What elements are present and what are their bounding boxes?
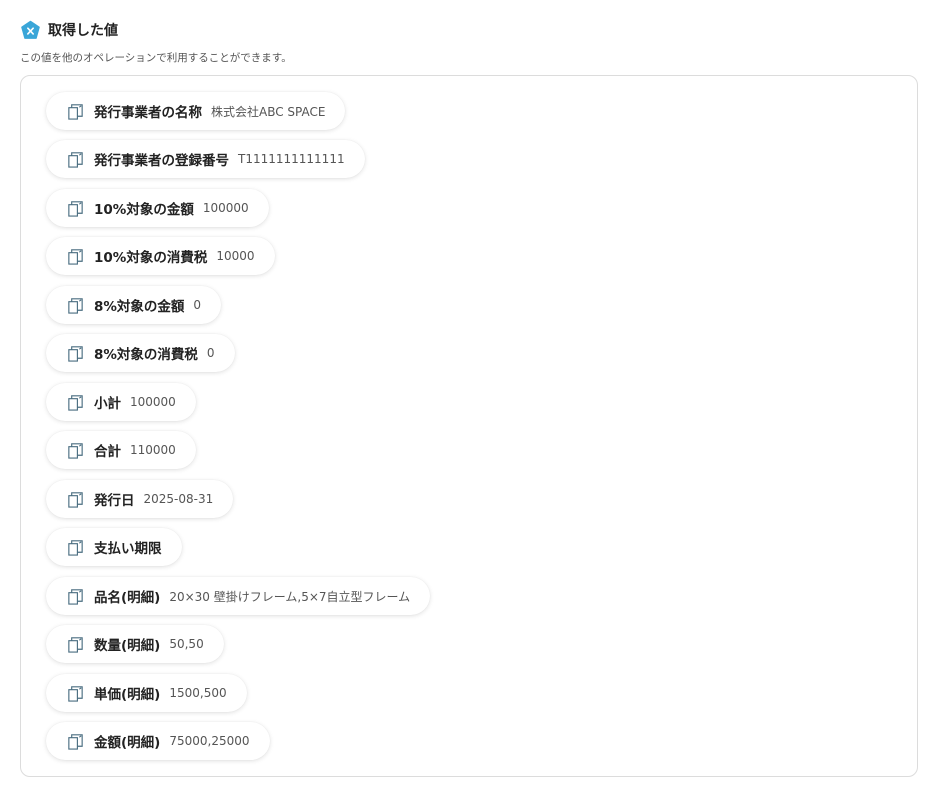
- copy-value-icon: [68, 151, 83, 168]
- value-label: 単価(明細): [94, 687, 161, 703]
- value-pill[interactable]: 発行事業者の登録番号 T1111111111111: [46, 140, 365, 178]
- copy-value-icon: [68, 297, 83, 314]
- value-label: 品名(明細): [94, 590, 161, 606]
- value-pill[interactable]: 小計 100000: [46, 383, 196, 421]
- value-label: 発行事業者の登録番号: [94, 153, 229, 169]
- copy-value-icon: [68, 345, 83, 362]
- value-text: 0: [193, 298, 202, 312]
- copy-value-icon: [68, 733, 83, 750]
- copy-value-icon: [68, 685, 83, 702]
- value-text: 1500,500: [169, 686, 227, 700]
- value-label: 10%対象の消費税: [94, 250, 208, 266]
- copy-value-icon: [68, 636, 83, 653]
- copy-value-icon: [68, 491, 83, 508]
- section-title: 取得した値: [48, 23, 118, 39]
- value-label: 8%対象の消費税: [94, 347, 198, 363]
- copy-value-icon: [68, 442, 83, 459]
- copy-value-icon: [68, 394, 83, 411]
- value-pill[interactable]: 10%対象の金額 100000: [46, 189, 269, 227]
- value-text: 株式会社ABC SPACE: [211, 104, 326, 119]
- value-pill[interactable]: 8%対象の金額 0: [46, 286, 222, 324]
- value-pill[interactable]: 8%対象の消費税 0: [46, 334, 235, 372]
- value-text: 75000,25000: [169, 734, 250, 748]
- value-label: 小計: [94, 396, 121, 412]
- value-pill[interactable]: 10%対象の消費税 10000: [46, 237, 275, 275]
- value-pill[interactable]: 発行日 2025-08-31: [46, 480, 234, 518]
- value-label: 支払い期限: [94, 541, 162, 557]
- value-pill[interactable]: 発行事業者の名称 株式会社ABC SPACE: [46, 92, 346, 130]
- copy-value-icon: [68, 588, 83, 605]
- value-label: 発行日: [94, 493, 135, 509]
- value-text: 20×30 壁掛けフレーム,5×7自立型フレーム: [169, 589, 411, 604]
- value-text: 100000: [202, 201, 249, 215]
- value-pill[interactable]: 単価(明細) 1500,500: [46, 674, 247, 712]
- copy-value-icon: [68, 539, 83, 556]
- value-pill[interactable]: 合計 110000: [46, 431, 196, 469]
- acquired-values-section: 取得した値 この値を他のオペレーションで利用することができます。: [20, 18, 920, 65]
- value-pill[interactable]: 支払い期限: [46, 528, 182, 566]
- variable-icon: [21, 20, 40, 39]
- copy-value-icon: [68, 248, 83, 265]
- value-pill[interactable]: 金額(明細) 75000,25000: [46, 722, 270, 760]
- value-label: 発行事業者の名称: [94, 105, 202, 121]
- copy-value-icon: [68, 103, 83, 120]
- value-text: 2025-08-31: [143, 492, 214, 506]
- copy-value-icon: [68, 200, 83, 217]
- section-header: 取得した値: [20, 18, 920, 42]
- value-text: 100000: [130, 395, 176, 409]
- value-text: 110000: [130, 443, 176, 457]
- value-label: 金額(明細): [94, 735, 161, 751]
- value-label: 合計: [94, 444, 121, 460]
- value-label: 8%対象の金額: [94, 299, 185, 315]
- value-pill[interactable]: 数量(明細) 50,50: [46, 625, 224, 663]
- value-label: 数量(明細): [94, 638, 161, 654]
- value-text: 50,50: [169, 637, 204, 651]
- value-text: 0: [206, 346, 215, 360]
- value-text: T1111111111111: [238, 152, 345, 166]
- value-pill[interactable]: 品名(明細) 20×30 壁掛けフレーム,5×7自立型フレーム: [46, 577, 431, 615]
- section-subtitle: この値を他のオペレーションで利用することができます。: [20, 52, 292, 64]
- values-panel: 発行事業者の名称 株式会社ABC SPACE 発行事業者の登録番号 T11111…: [20, 75, 918, 777]
- value-text: 10000: [216, 249, 255, 263]
- value-label: 10%対象の金額: [94, 202, 194, 218]
